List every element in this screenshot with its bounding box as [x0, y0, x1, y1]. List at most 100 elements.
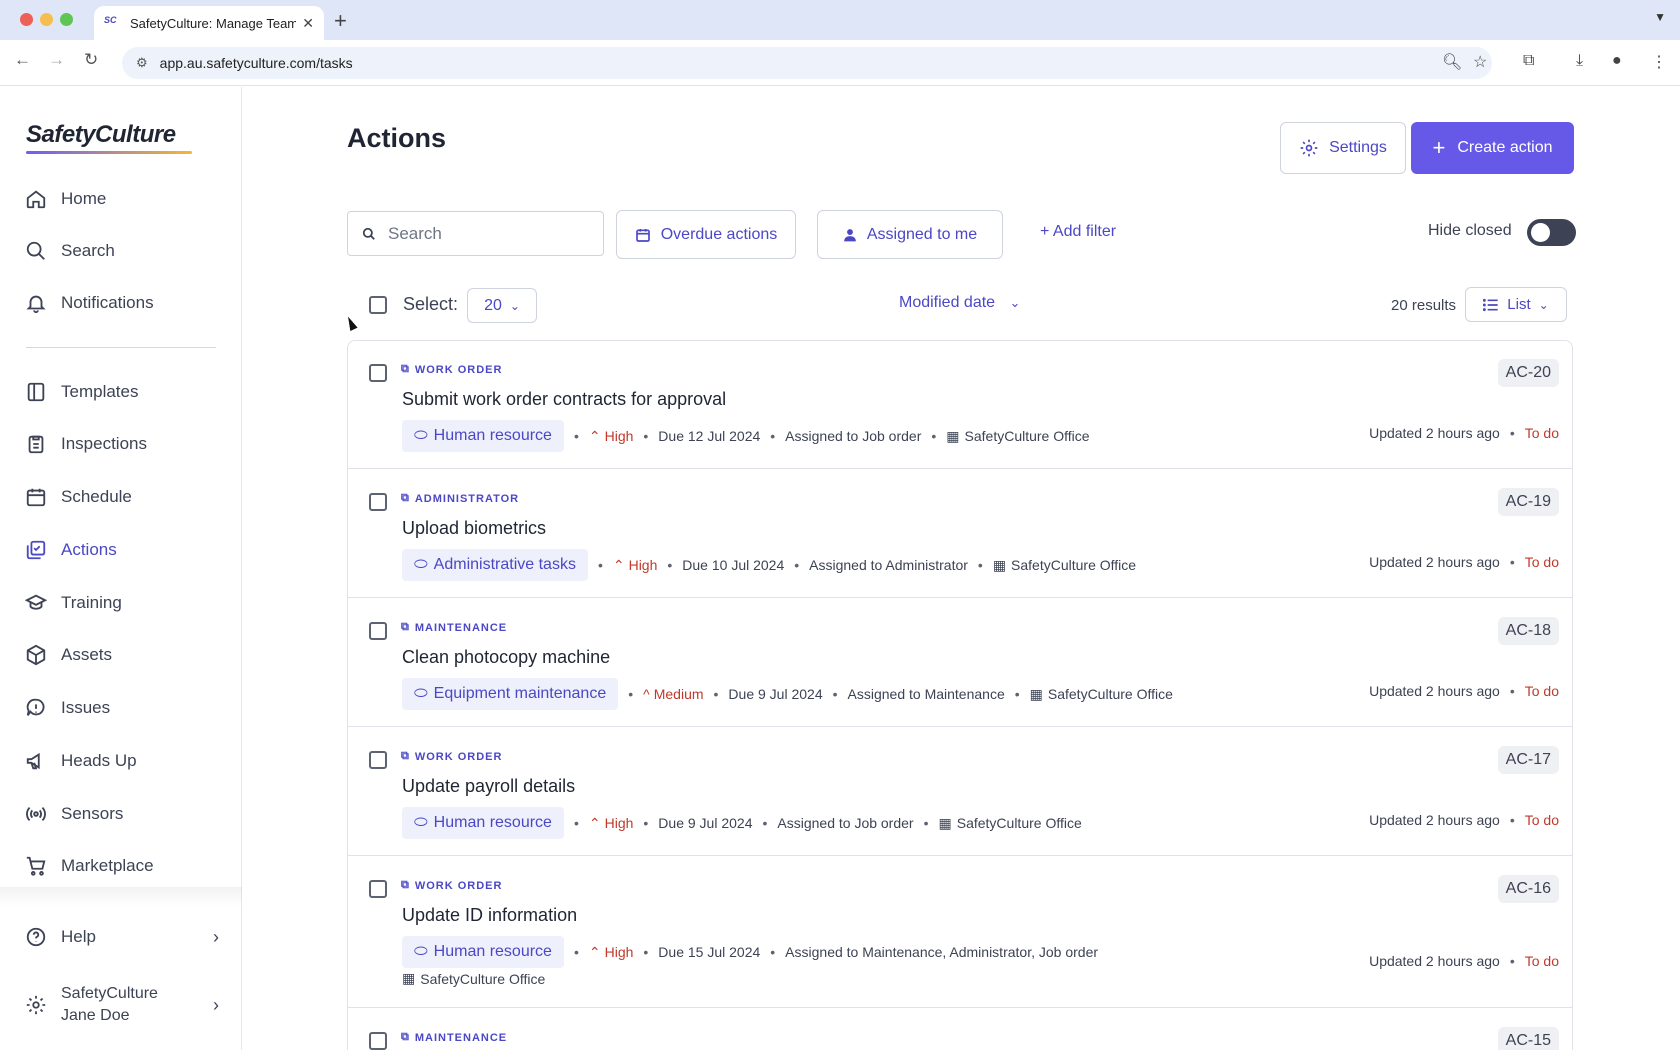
sort-dropdown[interactable]: Modified date ⌄ — [899, 294, 1020, 312]
action-title[interactable]: Update payroll details — [402, 776, 575, 797]
action-row[interactable]: ⧉ MAINTENANCE AC-15 — [348, 1009, 1572, 1050]
action-status: To do — [1524, 683, 1559, 699]
row-checkbox[interactable] — [369, 1032, 387, 1050]
calendar-icon — [24, 485, 48, 509]
action-meta: ⬭ Administrative tasks • ⌃ High • Due 10 J… — [402, 549, 1136, 581]
templates-icon — [24, 380, 48, 404]
site-info-icon[interactable]: ⚙ — [136, 55, 148, 71]
tag-icon: ⬭ — [414, 556, 428, 573]
extensions-icon[interactable]: ⧉ — [1523, 52, 1534, 70]
assignee: Assigned to Maintenance, Administrator, … — [785, 944, 1099, 960]
create-action-button[interactable]: + Create action — [1411, 122, 1574, 174]
address-bar[interactable]: ⚙ app.au.safetyculture.com/tasks — [122, 47, 1492, 79]
label-chip[interactable]: ⬭ Human resource — [402, 807, 564, 839]
assigned-to-me-label: Assigned to me — [866, 225, 978, 243]
label-chip[interactable]: ⬭ Equipment maintenance — [402, 678, 619, 710]
overdue-actions-label: Overdue actions — [660, 225, 778, 243]
row-checkbox[interactable] — [369, 751, 387, 769]
due-date: Due 9 Jul 2024 — [728, 686, 823, 702]
minimize-window-button[interactable] — [40, 13, 53, 26]
action-row[interactable]: ⧉ MAINTENANCE Clean photocopy machine ⬭ Eq… — [348, 599, 1572, 727]
sidebar-item-assets[interactable]: Assets — [24, 635, 224, 675]
tab-search-chevron-icon[interactable]: ▼ — [1654, 10, 1666, 24]
select-count-dropdown[interactable]: 20 ⌄ — [467, 288, 537, 323]
row-checkbox[interactable] — [369, 880, 387, 898]
label-chip[interactable]: ⬭ Administrative tasks — [402, 549, 588, 581]
sidebar-item-issues[interactable]: Issues — [24, 688, 224, 728]
row-checkbox[interactable] — [369, 493, 387, 511]
sidebar-item-actions[interactable]: Actions — [24, 530, 224, 570]
download-icon[interactable]: ⤓ — [1576, 52, 1583, 70]
reload-icon[interactable]: ↻ — [84, 50, 98, 70]
safetyculture-logo[interactable]: SafetyCulture — [26, 121, 176, 149]
action-row[interactable]: ⧉ WORK ORDER Update payroll details ⬭ Huma… — [348, 728, 1572, 856]
assigned-to-me-filter[interactable]: Assigned to me — [817, 210, 1003, 259]
settings-label: Settings — [1329, 139, 1387, 156]
list-icon — [1483, 298, 1499, 312]
hide-closed-toggle[interactable] — [1527, 219, 1576, 246]
sensor-icon — [24, 802, 48, 826]
action-type: ⧉ MAINTENANCE — [401, 621, 508, 634]
priority: ^ Medium — [643, 686, 704, 702]
settings-button[interactable]: Settings — [1280, 122, 1406, 174]
action-id-badge: AC-15 — [1497, 1027, 1559, 1050]
action-title[interactable]: Upload biometrics — [402, 518, 546, 539]
action-title[interactable]: Update ID information — [402, 905, 577, 926]
back-icon[interactable]: ← — [14, 50, 31, 70]
select-label: Select: — [403, 294, 459, 314]
action-row[interactable]: ⧉ ADMINISTRATOR Upload biometrics ⬭ Admini… — [348, 470, 1572, 598]
chevron-down-icon: ⌄ — [1538, 297, 1549, 312]
sidebar-item-label: Templates — [61, 382, 139, 401]
close-tab-icon[interactable]: ✕ — [302, 15, 314, 32]
sidebar-item-schedule[interactable]: Schedule — [24, 477, 224, 517]
label-chip[interactable]: ⬭ Human resource — [402, 420, 564, 452]
bookmark-star-icon[interactable]: ☆ — [1473, 52, 1487, 72]
tag-icon: ⬭ — [414, 814, 428, 831]
sidebar-item-home[interactable]: Home — [24, 179, 224, 219]
select-all-checkbox[interactable] — [369, 296, 387, 314]
search-placeholder: Search — [388, 223, 442, 243]
view-mode-dropdown[interactable]: List ⌄ — [1465, 287, 1567, 322]
priority: ⌃ High — [612, 556, 658, 574]
sidebar-item-heads-up[interactable]: Heads Up — [24, 741, 224, 781]
sidebar-account[interactable]: SafetyCulture Jane Doe › — [24, 980, 239, 1030]
sidebar-item-help[interactable]: Help › — [24, 917, 239, 957]
browser-menu-icon[interactable]: ⋮ — [1651, 52, 1667, 72]
action-row[interactable]: ⧉ WORK ORDER Update ID information ⬭ Human… — [348, 857, 1572, 1008]
row-checkbox[interactable] — [369, 622, 387, 640]
tag-icon: ⬭ — [414, 685, 428, 702]
action-title[interactable]: Clean photocopy machine — [402, 647, 610, 668]
site: ▦ SafetyCulture Office — [992, 556, 1137, 574]
tag-icon: ⬭ — [414, 427, 428, 444]
sidebar-item-marketplace[interactable]: Marketplace — [24, 846, 224, 886]
maximize-window-button[interactable] — [60, 13, 73, 26]
close-window-button[interactable] — [20, 13, 33, 26]
overdue-actions-filter[interactable]: Overdue actions — [616, 210, 796, 259]
zoom-icon[interactable]: 🔍︎ — [1442, 52, 1462, 72]
sidebar-item-sensors[interactable]: Sensors — [24, 794, 224, 834]
chevron-right-icon: › — [213, 926, 219, 947]
profile-icon[interactable]: ● — [1612, 52, 1622, 70]
forward-icon[interactable]: → — [48, 50, 65, 70]
sidebar-item-search[interactable]: Search — [24, 231, 224, 271]
search-input[interactable]: Search — [347, 211, 604, 256]
action-type: ⧉ WORK ORDER — [401, 879, 503, 892]
sidebar-item-notifications[interactable]: Notifications — [24, 283, 224, 323]
action-status: To do — [1524, 812, 1559, 828]
safetyculture-favicon-icon: SC — [104, 15, 117, 25]
sidebar-item-templates[interactable]: Templates — [24, 372, 224, 412]
action-type: ⧉ MAINTENANCE — [401, 1031, 508, 1044]
sidebar-item-training[interactable]: Training — [24, 583, 224, 623]
new-tab-icon[interactable]: + — [334, 8, 347, 34]
row-checkbox[interactable] — [369, 364, 387, 382]
toggle-knob — [1531, 223, 1550, 242]
chevron-right-icon: › — [213, 994, 219, 1015]
label-chip[interactable]: ⬭ Human resource — [402, 936, 564, 968]
action-status: To do — [1524, 554, 1559, 570]
action-row[interactable]: ⧉ WORK ORDER Submit work order contracts … — [348, 341, 1572, 469]
action-title[interactable]: Submit work order contracts for approval — [402, 389, 726, 410]
building-icon: ▦ — [946, 427, 960, 444]
sidebar-item-inspections[interactable]: Inspections — [24, 424, 224, 464]
add-filter-button[interactable]: + Add filter — [1040, 223, 1116, 241]
browser-tab[interactable]: SC SafetyCulture: Manage Teams ✕ — [94, 6, 324, 40]
